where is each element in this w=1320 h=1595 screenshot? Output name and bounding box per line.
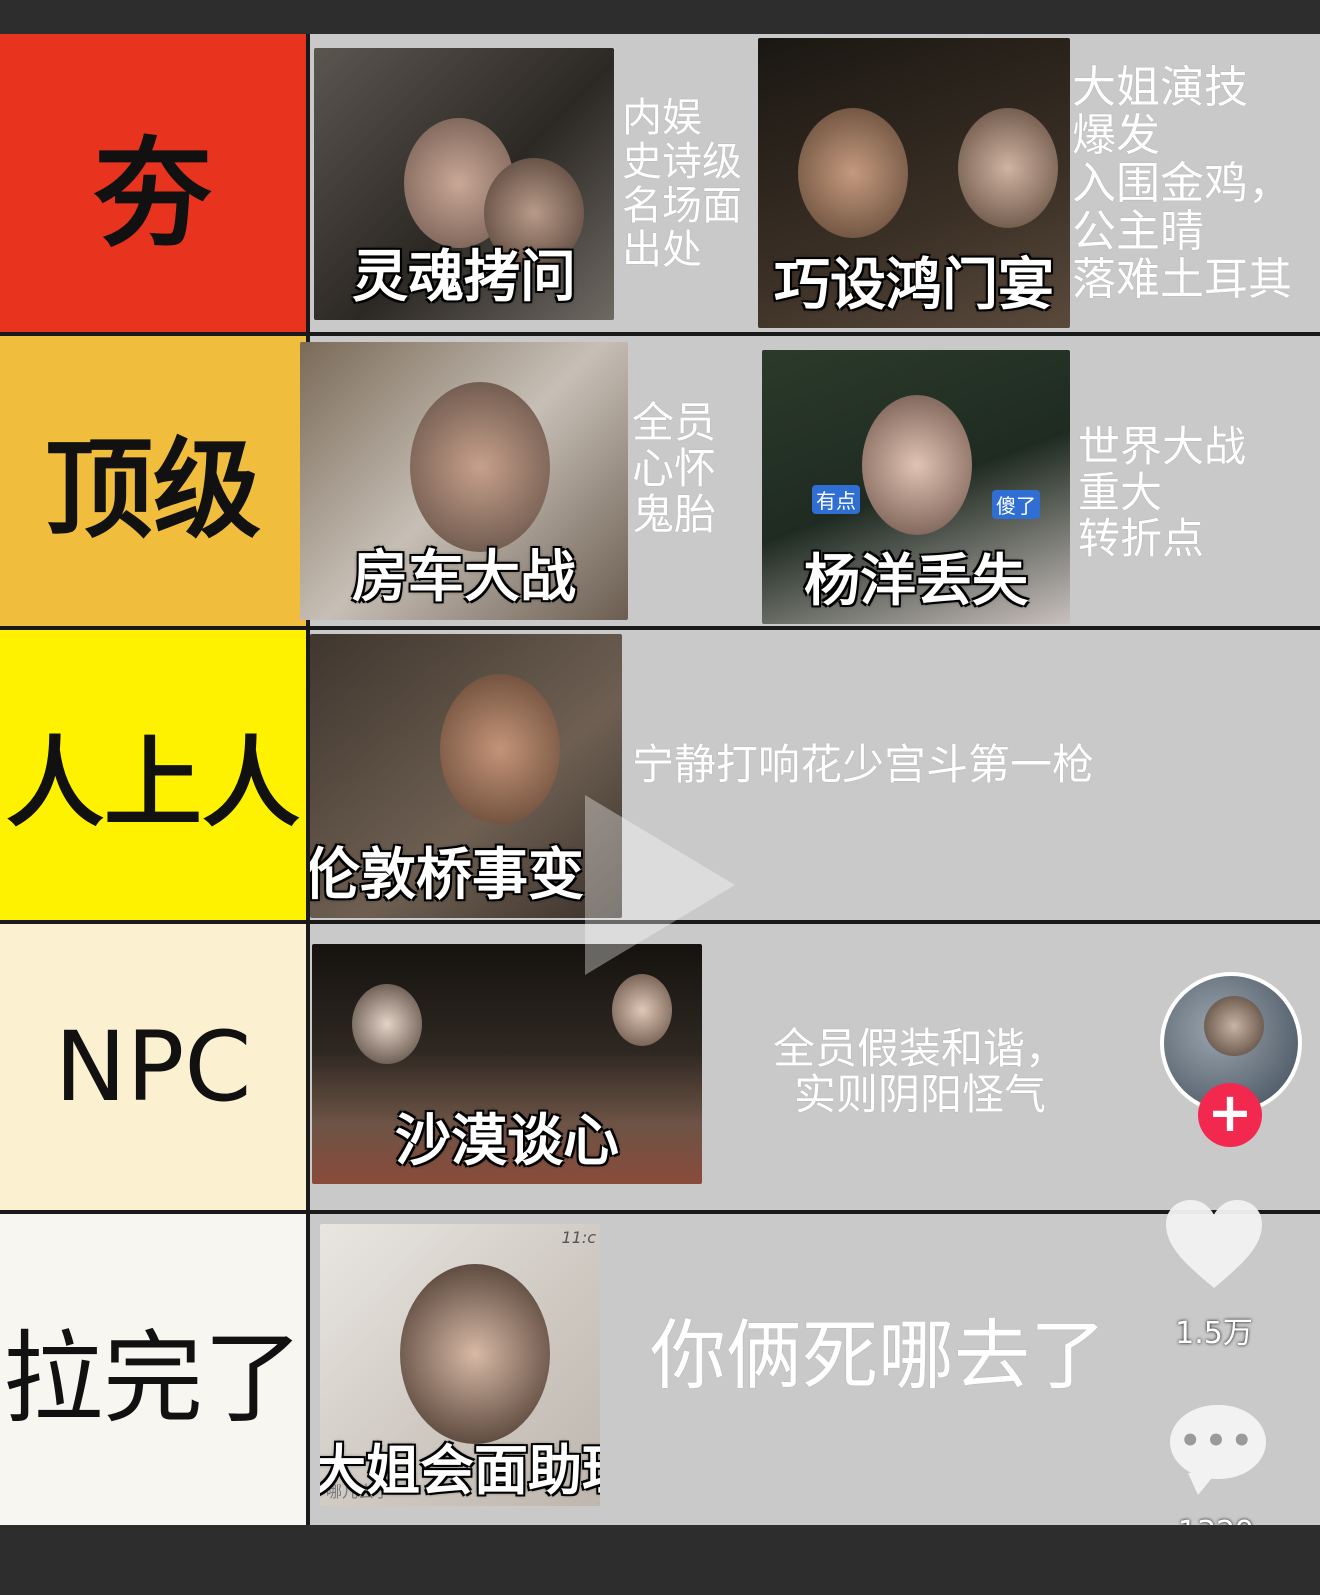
clip-thumbnail[interactable]: 灵魂拷问 xyxy=(314,48,614,320)
tier-list-board: 夯 灵魂拷问 内娱 史诗级 名场面 出处 巧设鸿门宴 大姐演技 爆发 入围金鸡，… xyxy=(0,34,1320,1525)
person-image xyxy=(798,108,908,238)
clip-note: 宁静打响花少宫斗第一枪 xyxy=(632,740,1095,789)
tier-label-1: 夯 xyxy=(0,34,306,332)
person-image xyxy=(440,674,560,824)
clip-thumbnail[interactable]: 伦敦桥事变 xyxy=(310,634,622,918)
person-image xyxy=(862,395,972,535)
tier-label-text: 拉完了 xyxy=(3,1320,303,1437)
top-status-bar xyxy=(0,0,1320,34)
tier-content-1: 灵魂拷问 内娱 史诗级 名场面 出处 巧设鸿门宴 大姐演技 爆发 入围金鸡， 公… xyxy=(310,34,1320,332)
clip-caption: 杨洋丢失 xyxy=(804,549,1028,614)
subtitle-text: 有点 xyxy=(812,485,860,514)
clip-caption: 房车大战 xyxy=(352,545,576,610)
tier-label-text: 夯 xyxy=(93,124,212,263)
clip-thumbnail[interactable]: 沙漠谈心 xyxy=(312,944,702,1184)
clip-caption: 灵魂拷问 xyxy=(352,245,576,310)
clip-note: 世界大战 重大 转折点 xyxy=(1078,422,1247,563)
bottom-bar xyxy=(0,1525,1320,1595)
person-image xyxy=(410,382,550,552)
play-icon[interactable] xyxy=(585,795,735,975)
comment-dots: ••• xyxy=(1179,1421,1257,1461)
tier-row-5: 拉完了 11:c 哪儿去了 大姐会面助理 你俩死哪去了 xyxy=(0,1214,1320,1525)
person-image xyxy=(612,974,672,1046)
like-count: 1.5万 xyxy=(1175,1316,1253,1351)
tier-label-4: NPC xyxy=(0,924,306,1210)
clip-note: 全员 心怀 鬼胎 xyxy=(632,398,717,539)
clip-caption: 沙漠谈心 xyxy=(395,1109,619,1174)
clip-note: 内娱 史诗级 名场面 出处 xyxy=(622,95,742,273)
clip-thumbnail[interactable]: 有点 傻了 杨洋丢失 xyxy=(762,350,1070,624)
tier-content-2: 房车大战 全员 心怀 鬼胎 有点 傻了 杨洋丢失 世界大战 重大 转折点 xyxy=(300,336,1320,626)
tier-content-3: 伦敦桥事变 宁静打响花少宫斗第一枪 xyxy=(310,630,1320,920)
tier-label-3: 人上人 xyxy=(0,630,306,920)
clip-thumbnail[interactable]: 房车大战 xyxy=(300,342,628,620)
clip-caption: 伦敦桥事变 xyxy=(310,843,584,908)
clip-caption: 巧设鸿门宴 xyxy=(774,253,1054,318)
person-image xyxy=(400,1264,550,1444)
tier-row-1: 夯 灵魂拷问 内娱 史诗级 名场面 出处 巧设鸿门宴 大姐演技 爆发 入围金鸡，… xyxy=(0,34,1320,332)
tier-label-5: 拉完了 xyxy=(0,1214,306,1525)
tier-row-2: 顶级 房车大战 全员 心怀 鬼胎 有点 傻了 杨洋丢失 世界大战 重大 转折点 xyxy=(0,336,1320,626)
clip-caption: 大姐会面助理 xyxy=(320,1439,600,1502)
watermark-text: 11:c xyxy=(561,1228,596,1247)
tier-label-text: NPC xyxy=(54,1011,252,1123)
tier-label-2: 顶级 xyxy=(0,336,306,626)
subtitle-text: 傻了 xyxy=(992,490,1040,519)
clip-thumbnail[interactable]: 11:c 哪儿去了 大姐会面助理 xyxy=(320,1224,600,1506)
person-image xyxy=(352,984,422,1064)
comment-icon[interactable]: ••• xyxy=(1170,1405,1266,1495)
tier-label-text: 顶级 xyxy=(44,428,261,553)
follow-plus-icon[interactable]: + xyxy=(1198,1083,1262,1147)
tier-label-text: 人上人 xyxy=(5,727,300,841)
clip-note: 大姐演技 爆发 入围金鸡， 公主晴 落难土耳其 xyxy=(1072,64,1292,305)
clip-note: 全员假装和谐， 实则阴阳怪气 xyxy=(772,1024,1067,1119)
clip-thumbnail[interactable]: 巧设鸿门宴 xyxy=(758,38,1070,328)
heart-icon[interactable] xyxy=(1164,1198,1264,1290)
person-image xyxy=(958,108,1058,228)
clip-note: 你俩死哪去了 xyxy=(650,1311,1106,1400)
